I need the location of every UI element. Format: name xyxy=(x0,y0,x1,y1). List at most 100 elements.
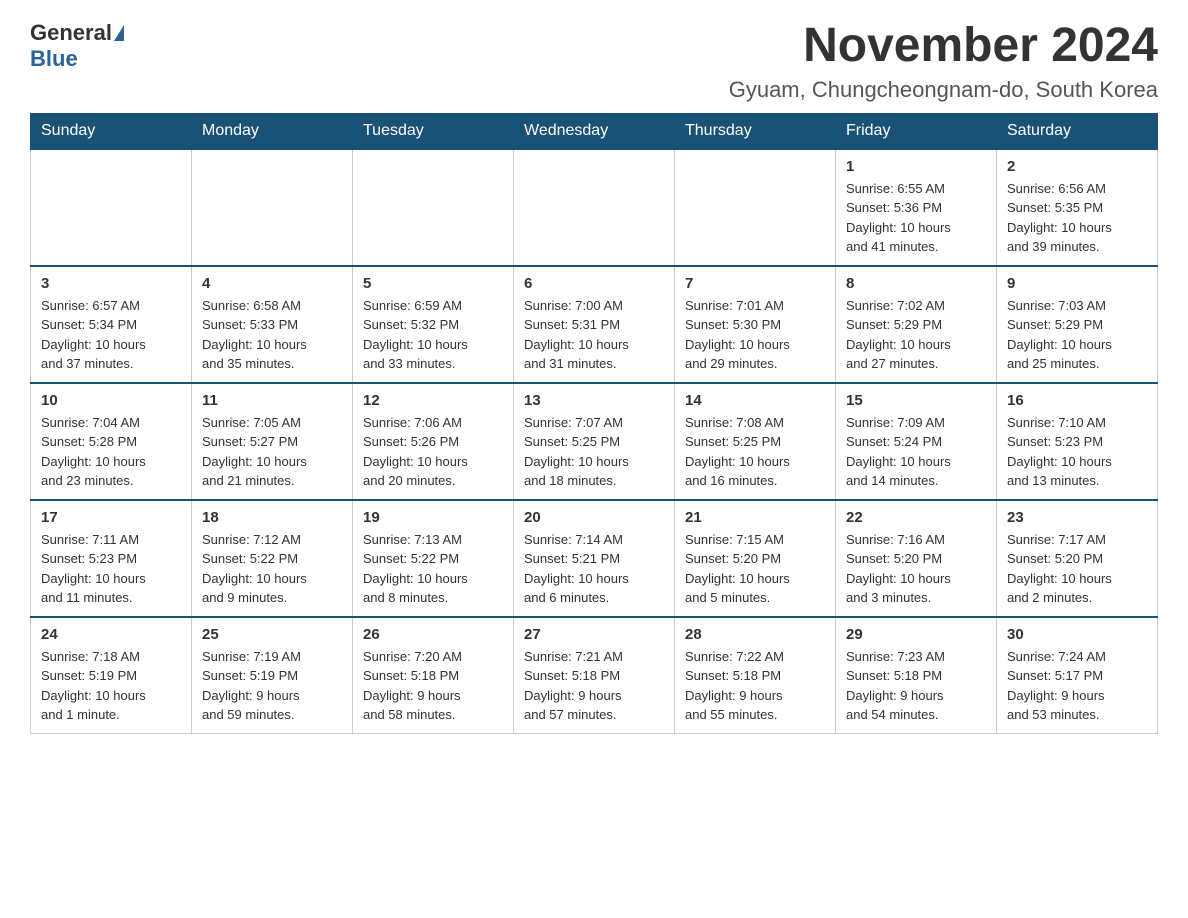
calendar-cell xyxy=(353,149,514,266)
calendar-cell: 18Sunrise: 7:12 AM Sunset: 5:22 PM Dayli… xyxy=(192,500,353,617)
day-info: Sunrise: 7:06 AM Sunset: 5:26 PM Dayligh… xyxy=(363,413,503,491)
calendar-header-row: SundayMondayTuesdayWednesdayThursdayFrid… xyxy=(31,113,1158,149)
day-number: 18 xyxy=(202,509,342,526)
day-info: Sunrise: 6:56 AM Sunset: 5:35 PM Dayligh… xyxy=(1007,179,1147,257)
day-number: 5 xyxy=(363,275,503,292)
calendar-cell: 27 Sunrise: 7:21 AM Sunset: 5:18 PM Dayli… xyxy=(514,617,675,734)
day-number: 3 xyxy=(41,275,181,292)
day-number: 24 xyxy=(41,626,181,643)
day-info: Sunrise: 7:11 AM Sunset: 5:23 PM Dayligh… xyxy=(41,530,181,608)
day-number: 15 xyxy=(846,392,986,409)
calendar-header-saturday: Saturday xyxy=(997,113,1158,149)
calendar-cell: 16 Sunrise: 7:10 AM Sunset: 5:23 PM Dayli… xyxy=(997,383,1158,500)
day-number: 19 xyxy=(363,509,503,526)
day-number: 9 xyxy=(1007,275,1147,292)
day-number: 16 xyxy=(1007,392,1147,409)
day-number: 8 xyxy=(846,275,986,292)
logo-general-text: General xyxy=(30,20,112,46)
day-number: 4 xyxy=(202,275,342,292)
calendar-cell: 22 Sunrise: 7:16 AM Sunset: 5:20 PM Dayli… xyxy=(836,500,997,617)
calendar-cell: 15 Sunrise: 7:09 AM Sunset: 5:24 PM Dayli… xyxy=(836,383,997,500)
day-info: Sunrise: 7:07 AM Sunset: 5:25 PM Dayligh… xyxy=(524,413,664,491)
calendar-cell xyxy=(31,149,192,266)
calendar-header-monday: Monday xyxy=(192,113,353,149)
day-info: Sunrise: 7:16 AM Sunset: 5:20 PM Dayligh… xyxy=(846,530,986,608)
calendar-cell: 14 Sunrise: 7:08 AM Sunset: 5:25 PM Dayli… xyxy=(675,383,836,500)
calendar-cell: 19 Sunrise: 7:13 AM Sunset: 5:22 PM Dayli… xyxy=(353,500,514,617)
day-number: 1 xyxy=(846,158,986,175)
calendar-cell: 28 Sunrise: 7:22 AM Sunset: 5:18 PM Dayli… xyxy=(675,617,836,734)
day-info: Sunrise: 7:24 AM Sunset: 5:17 PM Dayligh… xyxy=(1007,647,1147,725)
day-number: 21 xyxy=(685,509,825,526)
calendar-week-row: 17 Sunrise: 7:11 AM Sunset: 5:23 PM Dayli… xyxy=(31,500,1158,617)
day-info: Sunrise: 7:01 AM Sunset: 5:30 PM Dayligh… xyxy=(685,296,825,374)
calendar-cell: 21 Sunrise: 7:15 AM Sunset: 5:20 PM Dayli… xyxy=(675,500,836,617)
day-info: Sunrise: 7:03 AM Sunset: 5:29 PM Dayligh… xyxy=(1007,296,1147,374)
calendar-cell: 9 Sunrise: 7:03 AM Sunset: 5:29 PM Daylig… xyxy=(997,266,1158,383)
calendar-cell: 11Sunrise: 7:05 AM Sunset: 5:27 PM Dayli… xyxy=(192,383,353,500)
day-info: Sunrise: 7:13 AM Sunset: 5:22 PM Dayligh… xyxy=(363,530,503,608)
calendar-week-row: 1 Sunrise: 6:55 AM Sunset: 5:36 PM Daylig… xyxy=(31,149,1158,266)
day-number: 6 xyxy=(524,275,664,292)
calendar-cell xyxy=(192,149,353,266)
calendar-cell: 2Sunrise: 6:56 AM Sunset: 5:35 PM Daylig… xyxy=(997,149,1158,266)
day-info: Sunrise: 7:22 AM Sunset: 5:18 PM Dayligh… xyxy=(685,647,825,725)
day-info: Sunrise: 6:58 AM Sunset: 5:33 PM Dayligh… xyxy=(202,296,342,374)
calendar-header-sunday: Sunday xyxy=(31,113,192,149)
day-number: 10 xyxy=(41,392,181,409)
calendar-cell: 7Sunrise: 7:01 AM Sunset: 5:30 PM Daylig… xyxy=(675,266,836,383)
day-number: 12 xyxy=(363,392,503,409)
day-info: Sunrise: 7:17 AM Sunset: 5:20 PM Dayligh… xyxy=(1007,530,1147,608)
day-info: Sunrise: 7:23 AM Sunset: 5:18 PM Dayligh… xyxy=(846,647,986,725)
calendar-cell: 26Sunrise: 7:20 AM Sunset: 5:18 PM Dayli… xyxy=(353,617,514,734)
day-number: 22 xyxy=(846,509,986,526)
day-info: Sunrise: 7:02 AM Sunset: 5:29 PM Dayligh… xyxy=(846,296,986,374)
day-number: 17 xyxy=(41,509,181,526)
day-number: 14 xyxy=(685,392,825,409)
day-number: 27 xyxy=(524,626,664,643)
day-number: 13 xyxy=(524,392,664,409)
calendar-cell: 12 Sunrise: 7:06 AM Sunset: 5:26 PM Dayli… xyxy=(353,383,514,500)
day-info: Sunrise: 6:57 AM Sunset: 5:34 PM Dayligh… xyxy=(41,296,181,374)
day-number: 23 xyxy=(1007,509,1147,526)
day-number: 29 xyxy=(846,626,986,643)
calendar-header-thursday: Thursday xyxy=(675,113,836,149)
day-info: Sunrise: 7:10 AM Sunset: 5:23 PM Dayligh… xyxy=(1007,413,1147,491)
calendar-header-tuesday: Tuesday xyxy=(353,113,514,149)
logo-triangle-icon xyxy=(114,25,124,41)
day-number: 28 xyxy=(685,626,825,643)
day-number: 26 xyxy=(363,626,503,643)
month-title: November 2024 xyxy=(729,20,1158,73)
day-info: Sunrise: 7:08 AM Sunset: 5:25 PM Dayligh… xyxy=(685,413,825,491)
calendar-cell: 1 Sunrise: 6:55 AM Sunset: 5:36 PM Daylig… xyxy=(836,149,997,266)
calendar-cell: 8 Sunrise: 7:02 AM Sunset: 5:29 PM Daylig… xyxy=(836,266,997,383)
day-info: Sunrise: 7:19 AM Sunset: 5:19 PM Dayligh… xyxy=(202,647,342,725)
calendar-cell: 13 Sunrise: 7:07 AM Sunset: 5:25 PM Dayli… xyxy=(514,383,675,500)
calendar-cell: 4 Sunrise: 6:58 AM Sunset: 5:33 PM Daylig… xyxy=(192,266,353,383)
calendar-cell xyxy=(514,149,675,266)
day-number: 20 xyxy=(524,509,664,526)
calendar-cell: 23 Sunrise: 7:17 AM Sunset: 5:20 PM Dayli… xyxy=(997,500,1158,617)
calendar-cell: 10 Sunrise: 7:04 AM Sunset: 5:28 PM Dayli… xyxy=(31,383,192,500)
day-number: 11 xyxy=(202,392,342,409)
calendar-cell: 5Sunrise: 6:59 AM Sunset: 5:32 PM Daylig… xyxy=(353,266,514,383)
day-info: Sunrise: 7:18 AM Sunset: 5:19 PM Dayligh… xyxy=(41,647,181,725)
logo: General Blue xyxy=(30,20,126,72)
day-info: Sunrise: 7:21 AM Sunset: 5:18 PM Dayligh… xyxy=(524,647,664,725)
calendar-cell: 20 Sunrise: 7:14 AM Sunset: 5:21 PM Dayli… xyxy=(514,500,675,617)
day-info: Sunrise: 7:15 AM Sunset: 5:20 PM Dayligh… xyxy=(685,530,825,608)
calendar-week-row: 3 Sunrise: 6:57 AM Sunset: 5:34 PM Daylig… xyxy=(31,266,1158,383)
day-info: Sunrise: 6:55 AM Sunset: 5:36 PM Dayligh… xyxy=(846,179,986,257)
calendar-header-wednesday: Wednesday xyxy=(514,113,675,149)
calendar-table: SundayMondayTuesdayWednesdayThursdayFrid… xyxy=(30,113,1158,734)
day-info: Sunrise: 7:04 AM Sunset: 5:28 PM Dayligh… xyxy=(41,413,181,491)
day-info: Sunrise: 7:09 AM Sunset: 5:24 PM Dayligh… xyxy=(846,413,986,491)
calendar-cell: 3 Sunrise: 6:57 AM Sunset: 5:34 PM Daylig… xyxy=(31,266,192,383)
calendar-cell: 25Sunrise: 7:19 AM Sunset: 5:19 PM Dayli… xyxy=(192,617,353,734)
calendar-week-row: 24 Sunrise: 7:18 AM Sunset: 5:19 PM Dayli… xyxy=(31,617,1158,734)
day-info: Sunrise: 7:14 AM Sunset: 5:21 PM Dayligh… xyxy=(524,530,664,608)
calendar-cell: 30Sunrise: 7:24 AM Sunset: 5:17 PM Dayli… xyxy=(997,617,1158,734)
calendar-cell: 24 Sunrise: 7:18 AM Sunset: 5:19 PM Dayli… xyxy=(31,617,192,734)
calendar-cell: 6Sunrise: 7:00 AM Sunset: 5:31 PM Daylig… xyxy=(514,266,675,383)
title-block: November 2024 Gyuam, Chungcheongnam-do, … xyxy=(729,20,1158,103)
